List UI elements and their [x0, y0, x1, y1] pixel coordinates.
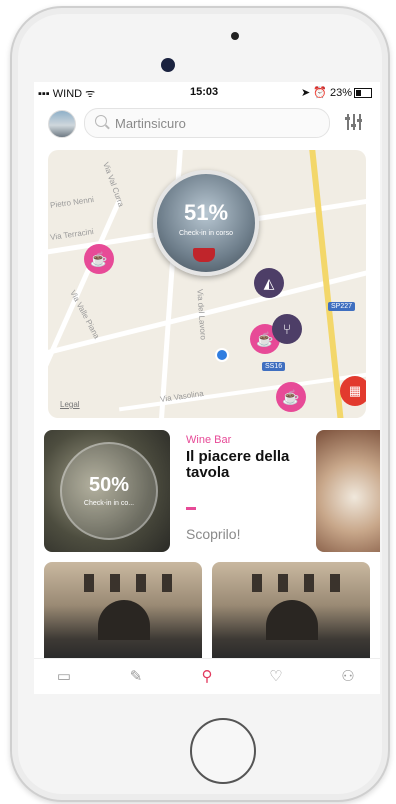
checkin-label: Check-in in corso [178, 230, 234, 237]
map-pin-pizza[interactable]: ◭ [254, 268, 284, 298]
map-street-label: Pietro Nenni [49, 194, 95, 211]
featured-venue-info: Wine Bar Il piacere della tavola Scopril… [186, 434, 316, 542]
road-shield: SS16 [262, 362, 286, 371]
people-icon[interactable]: ⚇ [328, 667, 368, 687]
coffee-icon: ☕ [256, 331, 274, 347]
checkin-ring: 50% Check-in in co... [60, 442, 158, 540]
venue-title: Il piacere della tavola [186, 448, 290, 481]
proximity-sensor [231, 32, 239, 40]
heart-icon[interactable]: ♡ [256, 667, 296, 687]
restaurant-icon: ⑂ [282, 321, 292, 337]
map-street-label: Via Val Curra [101, 160, 126, 209]
grid-icon: ▦ [348, 383, 362, 398]
venue-category: Wine Bar [186, 434, 232, 446]
venue-photo[interactable] [212, 562, 370, 658]
coffee-icon: ☕ [282, 389, 300, 405]
battery-icon [354, 88, 372, 99]
tab-bar: ▭ ✎ ⚲ ♡ ⚇ [34, 658, 380, 694]
status-bar: ▪▪▪ WIND ᯤ 15:03 ➤ ⏰ 23% [34, 82, 380, 102]
map-pin-coffee[interactable]: ☕ [276, 382, 306, 412]
featured-checkin-percent: 50% [88, 474, 130, 496]
map-street-label: Via Terracini [49, 227, 95, 242]
next-venue-image[interactable] [316, 430, 380, 552]
grid-button[interactable]: ▦ [340, 376, 366, 406]
map-view[interactable]: Via Val Curra Pietro Nenni Via Terracini… [48, 150, 366, 418]
map-street-label: Via del Lavoro [195, 288, 208, 341]
featured-venue-image[interactable]: 50% Check-in in co... [44, 430, 170, 552]
carrier-label: ▪▪▪ WIND ᯤ [38, 88, 96, 100]
map-street-label: Via Valle Piana [68, 288, 102, 341]
map-pin-coffee[interactable]: ☕ [84, 244, 114, 274]
accent-divider [186, 507, 196, 510]
featured-checkin-label: Check-in in co... [83, 500, 135, 507]
discover-link[interactable]: Scoprilo! [186, 526, 316, 542]
front-camera [161, 58, 175, 72]
search-icon [95, 115, 107, 127]
filter-icon[interactable] [344, 112, 364, 132]
checkin-percent: 51% [183, 200, 229, 225]
home-button[interactable] [190, 718, 256, 784]
road-shield: SP227 [328, 302, 356, 311]
current-location-dot [215, 348, 229, 362]
battery-indicator: ➤ ⏰ 23% [301, 86, 372, 99]
venue-photo[interactable] [44, 562, 202, 658]
coffee-icon: ☕ [90, 251, 108, 267]
search-placeholder: Martinsicuro [115, 116, 186, 131]
map-pin-icon[interactable]: ⚲ [187, 667, 227, 687]
map-pin-restaurant[interactable]: ⑂ [272, 314, 302, 344]
app-screen: ▪▪▪ WIND ᯤ 15:03 ➤ ⏰ 23% Martinsicuro Vi… [34, 82, 380, 694]
cup-icon [193, 248, 215, 262]
avatar[interactable] [48, 110, 76, 138]
checkin-bubble[interactable]: 51% Check-in in corso [153, 170, 259, 276]
search-input[interactable]: Martinsicuro [84, 108, 330, 138]
clock: 15:03 [190, 86, 219, 98]
pizza-icon: ◭ [263, 275, 275, 291]
clipboard-icon[interactable]: ▭ [44, 667, 84, 687]
legal-link[interactable]: Legal [60, 400, 80, 409]
pencil-icon[interactable]: ✎ [116, 667, 156, 687]
